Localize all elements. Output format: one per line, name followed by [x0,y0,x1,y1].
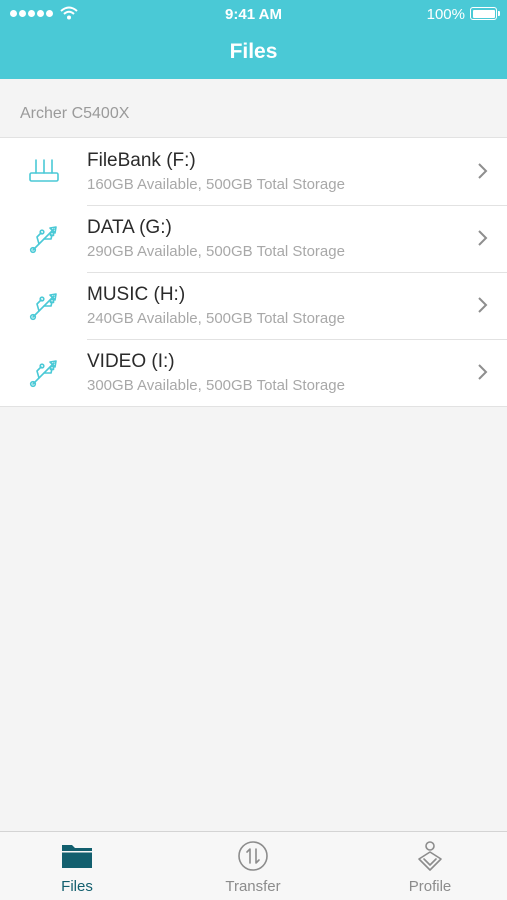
drive-storage: 290GB Available, 500GB Total Storage [87,243,345,260]
transfer-icon [238,841,268,871]
drive-storage: 240GB Available, 500GB Total Storage [87,310,345,327]
battery-icon [470,7,500,20]
folder-icon [62,845,92,868]
tab-label: Transfer [225,878,281,895]
router-icon [29,159,59,182]
tab-label: Profile [408,878,452,895]
drive-name: VIDEO (I:) [87,351,175,372]
tab-files[interactable]: Files [17,832,137,900]
drive-row-music[interactable]: MUSIC (H:) 240GB Available, 500GB Total … [0,272,507,339]
profile-icon [418,841,442,871]
device-name: Archer C5400X [20,105,130,122]
usb-icon [29,293,57,321]
drive-row-filebank[interactable]: FileBank (F:) 160GB Available, 500GB Tot… [0,138,507,205]
drive-storage: 160GB Available, 500GB Total Storage [87,176,345,193]
drive-name: DATA (G:) [87,217,172,238]
drive-list: FileBank (F:) 160GB Available, 500GB Tot… [0,137,507,407]
tab-bar: Files Transfer Profile [0,831,507,900]
battery-percentage: 100% [426,6,465,23]
usb-icon [29,360,57,388]
drive-name: FileBank (F:) [87,150,196,171]
tab-transfer[interactable]: Transfer [193,832,313,900]
tab-label: Files [61,878,93,895]
chevron-right-icon [478,230,488,246]
usb-icon [29,226,57,254]
chevron-right-icon [478,297,488,313]
drive-row-video[interactable]: VIDEO (I:) 300GB Available, 500GB Total … [0,339,507,406]
drive-row-data[interactable]: DATA (G:) 290GB Available, 500GB Total S… [0,205,507,272]
tab-profile[interactable]: Profile [370,832,490,900]
chevron-right-icon [478,163,488,179]
drive-name: MUSIC (H:) [87,284,186,305]
status-bar: 9:41 AM 100% [0,0,507,28]
chevron-right-icon [478,364,488,380]
page-title: Files [229,40,278,63]
navigation-bar: 9:41 AM 100% Files [0,0,507,79]
drive-storage: 300GB Available, 500GB Total Storage [87,377,345,394]
